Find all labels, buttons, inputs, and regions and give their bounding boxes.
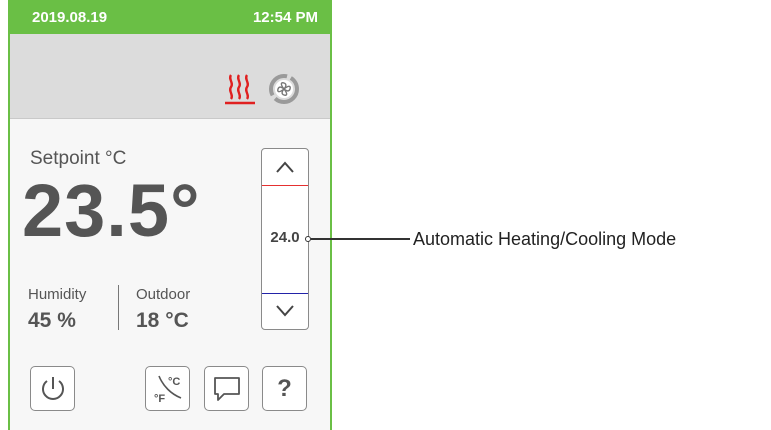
stepper-value: 24.0 <box>270 229 300 246</box>
high-setpoint-line <box>262 185 308 186</box>
thermostat-screen: 2019.08.19 12:54 PM Setpoint °C 23.5° Hu… <box>8 0 332 430</box>
annotation-text: Automatic Heating/Cooling Mode <box>413 229 677 249</box>
divider <box>118 285 119 330</box>
chevron-up-icon <box>276 161 294 173</box>
status-bar: 2019.08.19 12:54 PM <box>10 0 330 34</box>
mode-bar <box>10 34 330 119</box>
outdoor-label: Outdoor <box>136 286 191 303</box>
message-icon <box>213 376 240 401</box>
svg-text:°F: °F <box>154 393 165 405</box>
heat-waves-icon[interactable] <box>223 71 257 105</box>
annotation-line <box>311 238 410 240</box>
setpoint-value: 23.5° <box>22 169 201 252</box>
status-time: 12:54 PM <box>252 9 318 26</box>
humidity-label: Humidity <box>28 286 87 303</box>
svg-text:°C: °C <box>168 376 180 388</box>
units-button[interactable]: °C °F <box>145 366 190 411</box>
status-date: 2019.08.19 <box>32 9 108 26</box>
help-label: ? <box>277 374 292 402</box>
increase-button[interactable] <box>262 149 308 185</box>
help-button[interactable]: ? <box>262 366 307 411</box>
power-icon <box>41 376 64 400</box>
chevron-down-icon <box>276 305 294 317</box>
message-button[interactable] <box>204 366 249 411</box>
outdoor-value: 18 °C <box>136 309 189 332</box>
setpoint-label: Setpoint °C <box>30 148 127 169</box>
power-button[interactable] <box>30 366 75 411</box>
humidity-value: 45 % <box>28 309 76 332</box>
fan-icon[interactable] <box>268 73 300 105</box>
setpoint-stepper: 24.0 <box>261 148 309 330</box>
fahrenheit-celsius-icon: °C °F <box>154 375 181 405</box>
decrease-button[interactable] <box>262 293 308 329</box>
